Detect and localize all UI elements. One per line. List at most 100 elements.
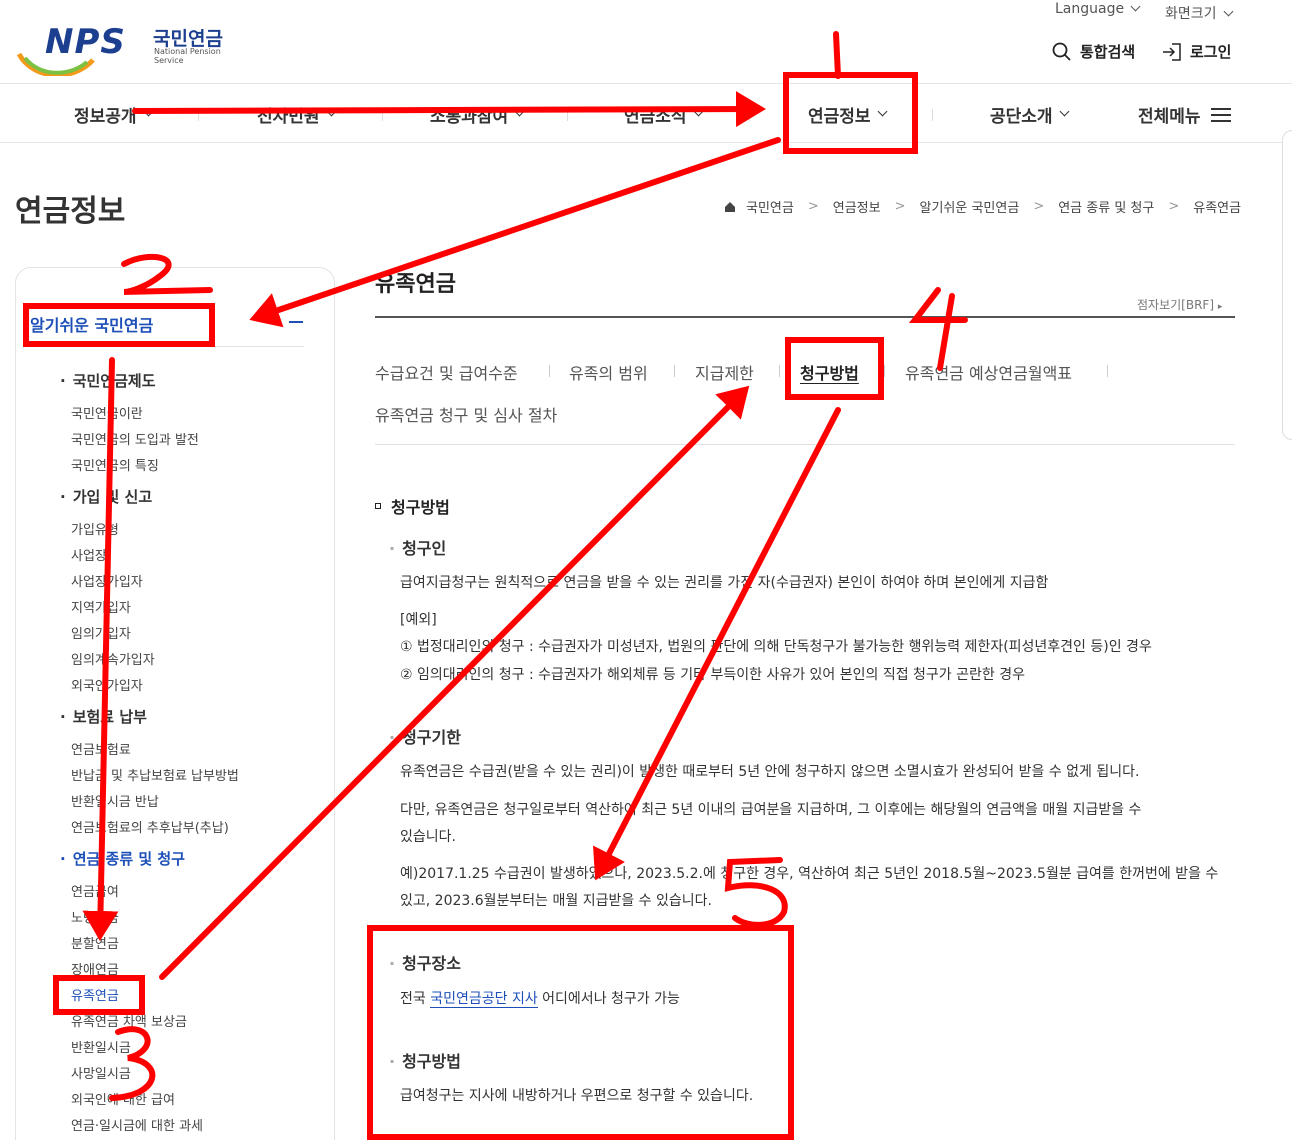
sidebar-item[interactable]: 연금급여 xyxy=(71,881,119,900)
sidebar-item[interactable]: 사업장가입자 xyxy=(71,571,143,590)
chevron-down-icon xyxy=(1130,1,1141,12)
sidebar-item[interactable]: 지역가입자 xyxy=(71,597,131,616)
gnb-divider xyxy=(749,109,750,121)
branch-office-link[interactable]: 국민연금공단 지사 xyxy=(430,991,538,1008)
gnb-label: 정보공개 xyxy=(74,107,137,127)
sidebar-item[interactable]: 연금보험료의 추후납부(추납) xyxy=(71,817,229,836)
breadcrumb-item[interactable]: 연금정보 xyxy=(833,197,881,216)
annotation-number-4 xyxy=(908,287,968,371)
gnb-item-info-disclosure[interactable]: 정보공개 xyxy=(74,102,154,127)
sidebar-item[interactable]: 사망일시금 xyxy=(71,1063,131,1082)
breadcrumb-item[interactable]: 알기쉬운 국민연금 xyxy=(920,197,1020,216)
logo-brand: NPS xyxy=(45,22,126,62)
search-label: 통합검색 xyxy=(1080,43,1136,61)
gnb-label: 전체메뉴 xyxy=(1138,107,1201,127)
sidebar-group[interactable]: 가입 및 신고 xyxy=(60,486,152,507)
sidebar-item[interactable]: 국민연금의 특징 xyxy=(71,455,159,474)
chevron-down-icon xyxy=(514,106,525,117)
global-nav: 정보공개 전자민원 소통과참여 연금소식 연금정보 공단소개 전체메뉴 xyxy=(0,85,1292,143)
square-bullet-icon xyxy=(375,503,381,509)
tab-divider xyxy=(674,365,675,377)
gnb-label: 연금소식 xyxy=(624,107,687,127)
gnb-divider xyxy=(567,109,568,121)
sidebar-divider xyxy=(30,346,304,347)
tab-survivor-scope[interactable]: 유족의 범위 xyxy=(569,360,648,384)
subsection-deadline-title: 청구기한 xyxy=(389,724,461,748)
sidebar-item[interactable]: 외국인에 대한 급여 xyxy=(71,1089,175,1108)
collapse-icon[interactable] xyxy=(289,321,303,323)
sidebar-item[interactable]: 외국인가입자 xyxy=(71,675,143,694)
zoom-select[interactable]: 화면크기 xyxy=(1165,3,1233,23)
sidebar-item[interactable]: 임의계속가입자 xyxy=(71,649,155,668)
sidebar-item[interactable]: 사업장 xyxy=(71,545,107,564)
breadcrumb-item[interactable]: 연금 종류 및 청구 xyxy=(1058,197,1154,216)
chevron-right-icon: > xyxy=(894,199,906,214)
tab-payment-limit[interactable]: 지급제한 xyxy=(695,360,754,384)
nps-logo[interactable]: NPS 국민연금 National Pension Service xyxy=(15,20,230,76)
sidebar-item[interactable]: 연금보험료 xyxy=(71,739,131,758)
chevron-down-icon xyxy=(693,106,704,117)
search-icon xyxy=(1052,42,1071,61)
claimant-example-label: [예외] xyxy=(400,612,437,628)
chevron-down-icon xyxy=(877,106,888,117)
sidebar-item[interactable]: 노령연금 xyxy=(71,907,119,926)
subsection-method-title: 청구방법 xyxy=(389,1048,461,1072)
deadline-text-2b: 있습니다. xyxy=(400,829,456,845)
claimant-example-1: ① 법정대리인의 청구 : 수급권자가 미성년자, 법원의 판단에 의해 단독청… xyxy=(400,639,1152,655)
sidebar-group[interactable]: 국민연금제도 xyxy=(60,370,156,391)
login-button[interactable]: 로그인 xyxy=(1162,41,1231,62)
gnb-item-e-civil[interactable]: 전자민원 xyxy=(257,102,337,127)
language-label: Language xyxy=(1055,1,1125,17)
tab-eligibility[interactable]: 수급요건 및 급여수준 xyxy=(375,360,518,384)
hamburger-icon xyxy=(1210,107,1231,123)
sidebar-group[interactable]: 보험료 납부 xyxy=(60,706,147,727)
claimant-example-2: ② 임의대리인의 청구 : 수급권자가 해외체류 등 기타 부득이한 사유가 있… xyxy=(400,667,1025,683)
breadcrumb-item-current[interactable]: 유족연금 xyxy=(1193,197,1241,216)
sidebar-item[interactable]: 장애연금 xyxy=(71,959,119,978)
braille-label: 점자보기[BRF] xyxy=(1137,298,1214,312)
gnb-item-pension-news[interactable]: 연금소식 xyxy=(624,102,704,127)
subsection-place-title: 청구장소 xyxy=(389,950,461,974)
gnb-label: 소통과참여 xyxy=(430,107,509,127)
chevron-right-icon: > xyxy=(1033,199,1045,214)
deadline-text-3a: 예)2017.1.25 수급권이 발생하였으나, 2023.5.2.에 청구한 … xyxy=(400,866,1219,882)
sidebar-heading[interactable]: 알기쉬운 국민연금 xyxy=(30,312,153,336)
gnb-item-participation[interactable]: 소통과참여 xyxy=(430,102,525,127)
side-scroll-handle[interactable] xyxy=(1282,130,1292,440)
login-label: 로그인 xyxy=(1190,43,1232,61)
chevron-down-icon xyxy=(1223,6,1233,17)
gnb-item-all-menu[interactable]: 전체메뉴 xyxy=(1138,102,1231,127)
sidebar-item[interactable]: 국민연금이란 xyxy=(71,403,143,422)
gnb-label: 공단소개 xyxy=(990,107,1053,127)
tab-divider xyxy=(1107,365,1108,377)
sidebar-item[interactable]: 국민연금의 도입과 발전 xyxy=(71,429,199,448)
sidebar-item[interactable]: 반환일시금 반납 xyxy=(71,791,159,810)
sidebar-item[interactable]: 분할연금 xyxy=(71,933,119,952)
tab-claim-review-process[interactable]: 유족연금 청구 및 심사 절차 xyxy=(375,402,557,426)
tab-expected-amount[interactable]: 유족연금 예상연금월액표 xyxy=(905,360,1072,384)
gnb-divider xyxy=(382,109,383,121)
sidebar-item[interactable]: 임의가입자 xyxy=(71,623,131,642)
section-title-text: 청구방법 xyxy=(391,498,450,517)
braille-view-link[interactable]: 점자보기[BRF] ▸ xyxy=(1137,296,1222,313)
language-select[interactable]: Language xyxy=(1055,1,1141,17)
search-button[interactable]: 통합검색 xyxy=(1052,41,1135,62)
sidebar-item-survivor-pension[interactable]: 유족연금 xyxy=(71,985,119,1004)
breadcrumb-item[interactable]: 국민연금 xyxy=(746,197,794,216)
gnb-item-about[interactable]: 공단소개 xyxy=(990,102,1070,127)
deadline-text-2a: 다만, 유족연금은 청구일로부터 역산하여 최근 5년 이내의 급여분을 지급하… xyxy=(400,802,1142,818)
sidebar-item[interactable]: 가입유형 xyxy=(71,519,119,538)
sidebar-group-active[interactable]: 연금 종류 및 청구 xyxy=(60,848,185,869)
gnb-divider xyxy=(932,109,933,121)
sidebar-item[interactable]: 반납금 및 추납보험료 납부방법 xyxy=(71,765,239,784)
sidebar-item[interactable]: 연금·일시금에 대한 과세 xyxy=(71,1115,203,1134)
tab-divider xyxy=(549,365,550,377)
gnb-item-pension-info[interactable]: 연금정보 xyxy=(808,102,888,127)
sidebar-item[interactable]: 반환일시금 xyxy=(71,1037,131,1056)
sidebar-item[interactable]: 유족연금 차액 보상금 xyxy=(71,1011,187,1030)
logo-name-en: National Pension Service xyxy=(154,47,221,65)
tab-rule xyxy=(375,444,1235,445)
home-icon[interactable] xyxy=(724,201,736,213)
gnb-label: 연금정보 xyxy=(808,107,871,127)
tab-claim-method[interactable]: 청구방법 xyxy=(800,360,859,384)
